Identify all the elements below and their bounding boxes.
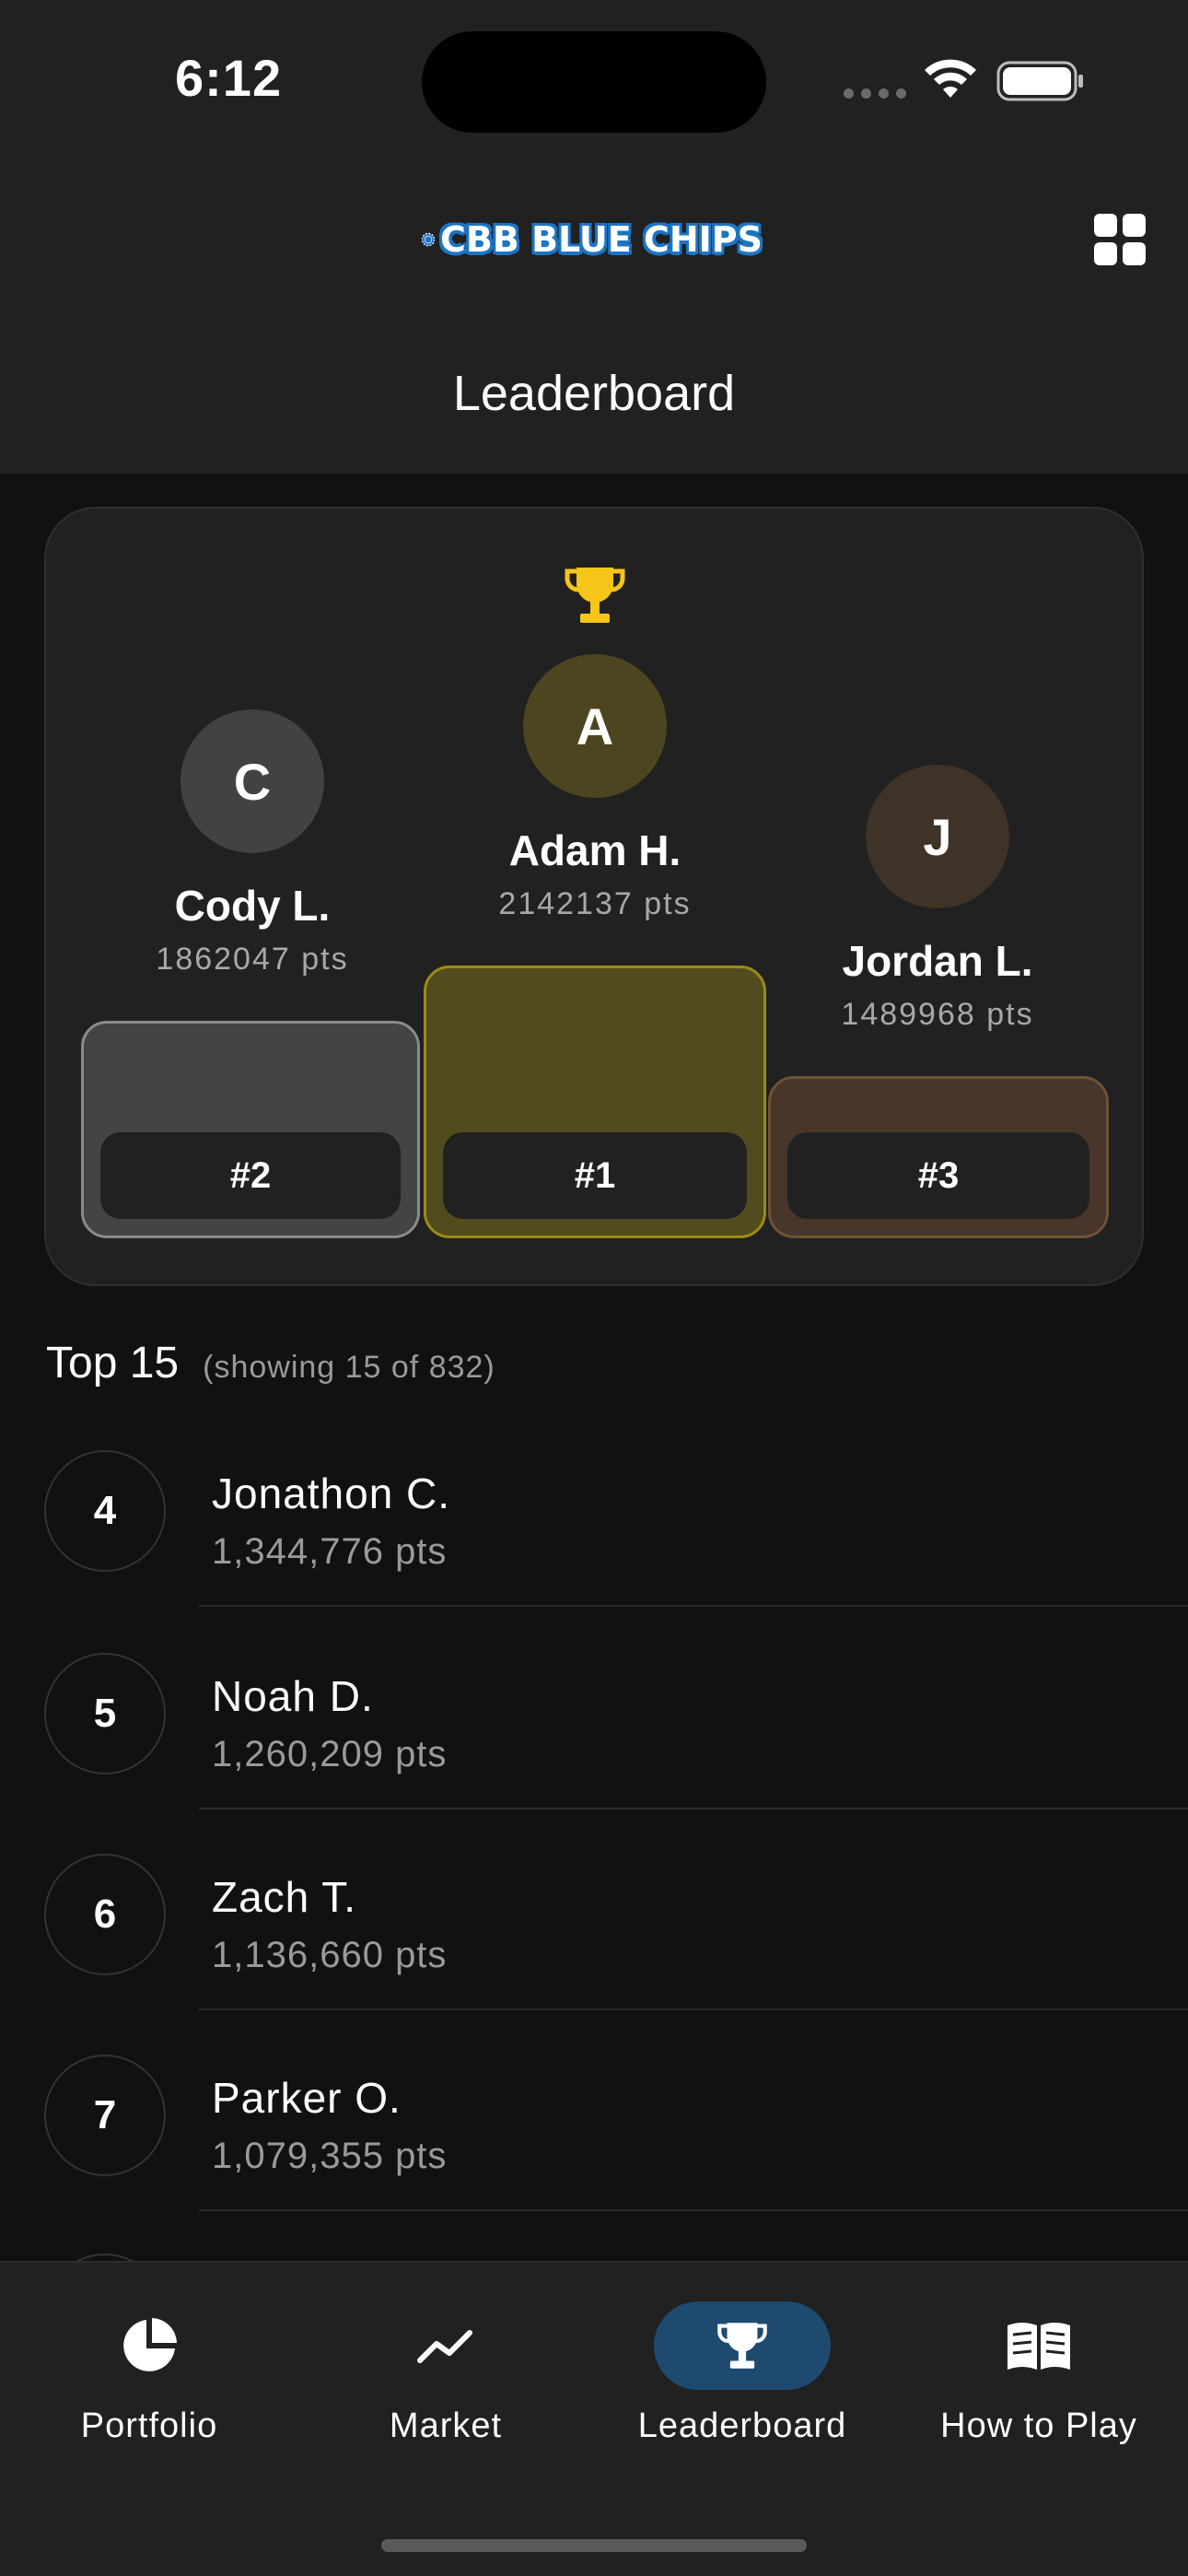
rank-tag-first: #1 xyxy=(443,1132,747,1219)
leaderboard-row[interactable]: 5 Noah D. 1,260,209 pts xyxy=(0,1607,1188,1809)
rank-circle: 5 xyxy=(44,1653,166,1774)
leaderboard-row[interactable]: 6 Zach T. 1,136,660 pts xyxy=(0,1808,1188,2010)
rank-tag-second: #2 xyxy=(100,1132,401,1219)
avatar-second: C xyxy=(181,709,324,853)
podium-card: C Cody L. 1862047 pts #2 A Adam H. 21421… xyxy=(44,507,1144,1286)
trend-line-icon xyxy=(417,2330,472,2363)
row-divider xyxy=(199,2209,1188,2211)
wifi-icon xyxy=(925,59,976,98)
app-logo[interactable]: CBB BLUE CHIPS xyxy=(422,203,763,276)
dynamic-island xyxy=(422,31,766,133)
trophy-icon xyxy=(565,568,625,623)
avatar-first: A xyxy=(523,654,667,798)
tab-bar: Portfolio Market Leaderboard How to Play xyxy=(0,2261,1188,2576)
pie-chart-icon xyxy=(123,2318,177,2371)
first-name: Adam H. xyxy=(508,826,681,874)
home-indicator xyxy=(381,2539,807,2552)
rank-circle: 6 xyxy=(44,1854,166,1975)
third-pts: 1489968 pts xyxy=(841,997,1034,1032)
tab-icon-container xyxy=(61,2301,238,2390)
player-points: 1,079,355 pts xyxy=(212,2136,448,2176)
tab-label: Portfolio xyxy=(80,2406,218,2445)
rank-tag-third: #3 xyxy=(787,1132,1089,1219)
player-points: 1,344,776 pts xyxy=(212,1531,448,1572)
cellular-signal-icon xyxy=(844,88,906,99)
podium-block-third: #3 xyxy=(768,1076,1109,1238)
rank-circle: 4 xyxy=(44,1450,166,1572)
first-pts: 2142137 pts xyxy=(498,886,692,921)
tab-label: How to Play xyxy=(940,2406,1137,2445)
battery-icon xyxy=(996,61,1083,101)
second-name: Cody L. xyxy=(174,882,331,930)
tab-market[interactable]: Market xyxy=(298,2301,593,2467)
trophy-icon xyxy=(717,2323,767,2369)
list-subtitle: (showing 15 of 832) xyxy=(203,1350,495,1385)
tab-icon-container xyxy=(950,2301,1127,2390)
tab-label: Market xyxy=(389,2406,503,2445)
book-icon xyxy=(1007,2323,1070,2370)
tab-label: Leaderboard xyxy=(637,2406,847,2445)
player-name: Jonathon C. xyxy=(212,1469,451,1517)
leaderboard-row[interactable]: 4 Jonathon C. 1,344,776 pts xyxy=(0,1404,1188,1607)
app-header: CBB BLUE CHIPS Leaderboard xyxy=(0,166,1188,474)
tab-icon-container xyxy=(357,2301,534,2390)
status-time: 6:12 xyxy=(175,49,283,107)
player-points: 1,136,660 pts xyxy=(212,1935,448,1975)
player-name: Noah D. xyxy=(212,1672,374,1720)
grid-menu-icon[interactable] xyxy=(1094,214,1146,265)
list-title: Top 15 xyxy=(46,1339,180,1388)
avatar-third: J xyxy=(866,765,1009,908)
poker-chip-icon xyxy=(422,232,436,247)
tab-icon-container-active xyxy=(654,2301,831,2390)
second-pts: 1862047 pts xyxy=(156,942,349,977)
player-name: Zach T. xyxy=(212,1873,356,1921)
tab-how-to-play[interactable]: How to Play xyxy=(891,2301,1186,2467)
leaderboard-row[interactable]: 7 Parker O. 1,079,355 pts xyxy=(0,2008,1188,2211)
page-title: Leaderboard xyxy=(452,366,736,421)
rank-circle: 7 xyxy=(44,2055,166,2176)
tab-leaderboard[interactable]: Leaderboard xyxy=(595,2301,890,2467)
podium-block-first: #1 xyxy=(424,966,766,1238)
list-header: Top 15 (showing 15 of 832) xyxy=(46,1338,495,1388)
podium-block-second: #2 xyxy=(81,1021,420,1238)
logo-text: CBB BLUE CHIPS xyxy=(440,219,763,260)
third-name: Jordan L. xyxy=(842,937,1033,985)
status-bar: 6:12 xyxy=(0,0,1188,166)
tab-portfolio[interactable]: Portfolio xyxy=(2,2301,297,2467)
player-name: Parker O. xyxy=(212,2074,402,2122)
player-points: 1,260,209 pts xyxy=(212,1734,448,1774)
